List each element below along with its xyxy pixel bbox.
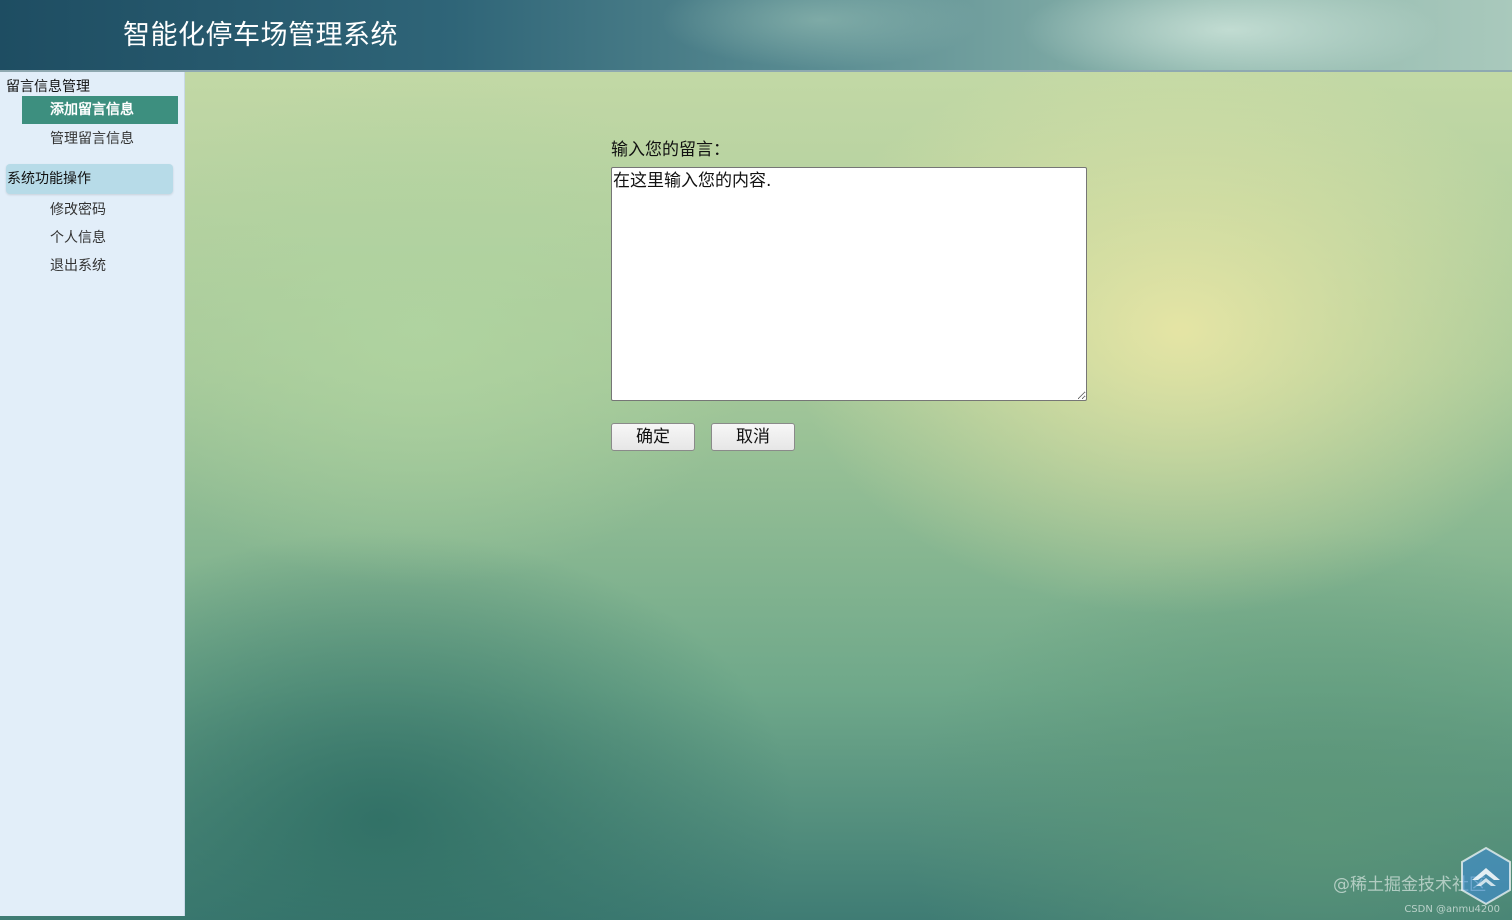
sidebar-item-add-message[interactable]: 添加留言信息 (22, 96, 178, 124)
sidebar-section-system-functions[interactable]: 系统功能操作 (6, 164, 173, 194)
header-banner: 智能化停车场管理系统 (0, 0, 1512, 71)
header-divider (0, 70, 1512, 72)
app-title: 智能化停车场管理系统 (123, 20, 398, 51)
message-input-label: 输入您的留言： (611, 140, 730, 160)
confirm-button[interactable]: 确定 (611, 423, 695, 451)
sidebar-item-logout[interactable]: 退出系统 (22, 252, 178, 280)
juejin-logo-icon (1461, 846, 1511, 906)
sidebar-item-manage-messages[interactable]: 管理留言信息 (22, 125, 178, 153)
sidebar: 留言信息管理 添加留言信息 管理留言信息 系统功能操作 修改密码 个人信息 退出… (0, 72, 185, 916)
sidebar-item-change-password[interactable]: 修改密码 (22, 196, 178, 224)
cancel-button[interactable]: 取消 (711, 423, 795, 451)
sidebar-section-message-management[interactable]: 留言信息管理 (6, 78, 90, 96)
sidebar-item-profile[interactable]: 个人信息 (22, 224, 178, 252)
message-textarea[interactable] (611, 167, 1087, 401)
app-window: 智能化停车场管理系统 留言信息管理 添加留言信息 管理留言信息 系统功能操作 修… (0, 0, 1512, 920)
